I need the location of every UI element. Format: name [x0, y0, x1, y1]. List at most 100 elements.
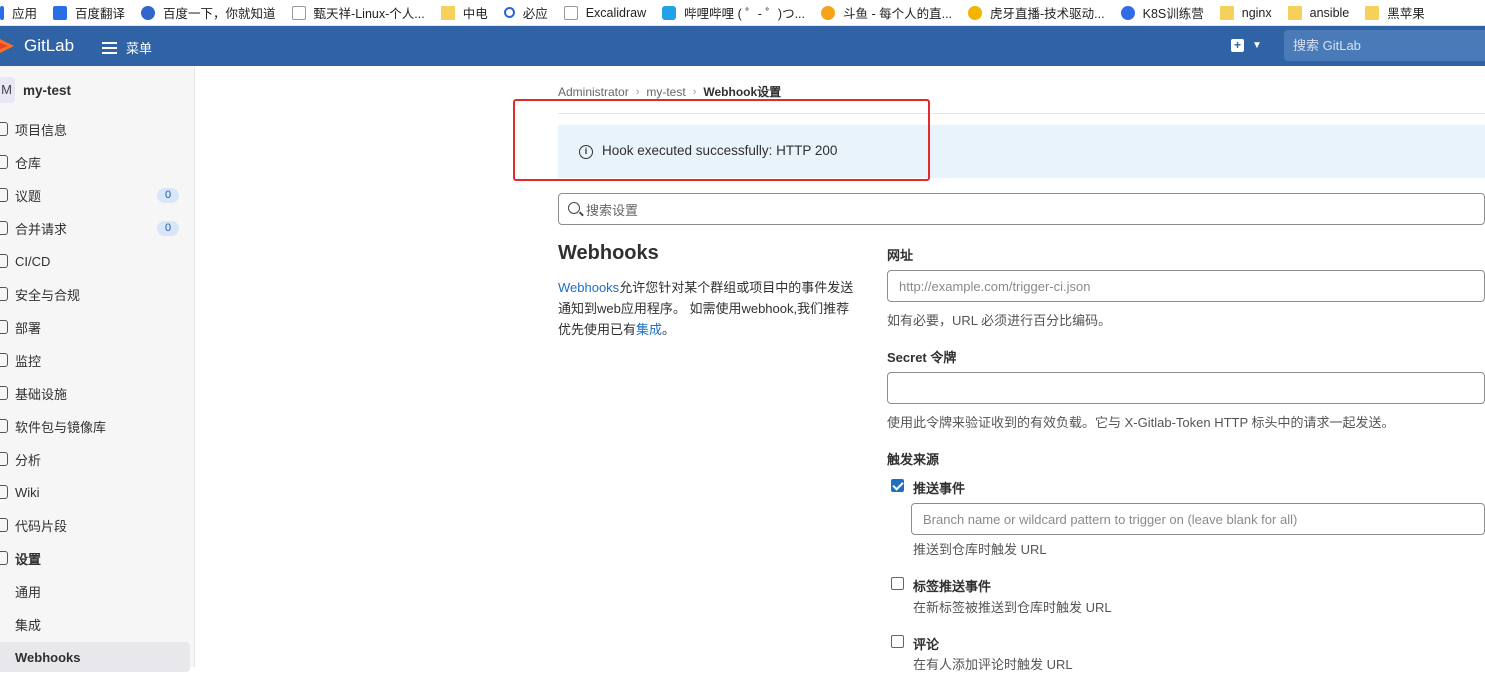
bookmark-k8s[interactable]: K8S训练营 — [1120, 3, 1204, 22]
folder-icon — [1287, 5, 1302, 20]
project-avatar: M — [0, 77, 15, 103]
comments-help: 在有人添加评论时触发 URL — [913, 657, 1073, 672]
info-circle-icon: i — [579, 145, 593, 159]
bookmark-baidu[interactable]: 百度一下，你就知道 — [141, 3, 276, 22]
bookmark-folder-hackintosh[interactable]: 黑苹果 — [1365, 3, 1425, 22]
chevron-down-icon: ▼ — [1252, 40, 1262, 51]
sidebar-item-project-info[interactable]: 项目信息 — [0, 114, 190, 144]
menu-label: 菜单 — [126, 41, 153, 56]
breadcrumb-administrator[interactable]: Administrator — [558, 85, 629, 99]
tag-push-events-help: 在新标签被推送到仓库时触发 URL — [913, 600, 1112, 615]
sidebar-subitem-webhooks[interactable]: Webhooks — [0, 642, 190, 672]
doc-icon — [0, 155, 8, 169]
secret-token-field[interactable] — [887, 372, 1485, 404]
bookmark-folder-ansible[interactable]: ansible — [1287, 5, 1349, 20]
chevron-right-icon: › — [692, 85, 697, 98]
url-label: 网址 — [887, 248, 914, 263]
plus-square-icon: + — [1231, 39, 1244, 52]
sidebar-item-repository[interactable]: 仓库 — [0, 147, 190, 177]
k8s-icon — [1120, 5, 1135, 20]
breadcrumb-project[interactable]: my-test — [646, 85, 685, 99]
top-navbar: GitLab 菜单 + ▼ — [0, 26, 1485, 66]
settings-search — [558, 193, 1485, 225]
sidebar-item-monitor[interactable]: 监控 — [0, 345, 190, 375]
webhooks-description: Webhooks允许您针对某个群组或项目中的事件发送通知到web应用程序。 如需… — [558, 280, 854, 337]
merge-requests-count-badge: 0 — [157, 221, 179, 236]
bookmark-douyu[interactable]: 斗鱼 - 每个人的直... — [820, 3, 952, 22]
sidebar-item-snippets[interactable]: 代码片段 — [0, 510, 190, 540]
comments-checkbox[interactable] — [891, 635, 904, 648]
webhooks-docs-link[interactable]: Webhooks — [558, 280, 619, 295]
project-name: my-test — [23, 82, 72, 98]
sidebar-item-packages[interactable]: 软件包与镜像库 — [0, 411, 190, 441]
url-help: 如有必要，URL 必须进行百分比编码。 — [887, 313, 1112, 328]
trigger-label: 触发来源 — [887, 452, 940, 467]
gitlab-search-input[interactable] — [1284, 30, 1485, 61]
push-events-checkbox[interactable] — [891, 479, 904, 492]
issues-icon — [0, 188, 8, 202]
push-events-label[interactable]: 推送事件 — [913, 478, 965, 497]
secret-token-label: Secret 令牌 — [887, 350, 957, 365]
breadcrumb: Administrator › my-test › Webhook设置 — [558, 83, 781, 100]
branch-filter-input[interactable] — [911, 503, 1485, 535]
chevron-right-icon: › — [635, 85, 640, 98]
bookmark-huya[interactable]: 虎牙直播-技术驱动... — [968, 3, 1105, 22]
gear-icon — [0, 551, 8, 565]
menu-button[interactable]: 菜单 — [102, 38, 152, 57]
douyu-icon — [820, 5, 835, 20]
bookmark-folder-nginx[interactable]: nginx — [1219, 5, 1272, 20]
sidebar-item-deployments[interactable]: 部署 — [0, 312, 190, 342]
sidebar-item-issues[interactable]: 议题 0 — [0, 180, 190, 210]
divider — [558, 113, 1485, 114]
folder-icon — [1219, 5, 1234, 20]
new-item-dropdown[interactable]: + ▼ — [1231, 39, 1262, 52]
bookmark-folder-zhongdian[interactable]: 中电 — [440, 3, 488, 22]
deployments-icon — [0, 320, 8, 334]
cloud-icon — [0, 386, 8, 400]
rocket-icon — [0, 254, 8, 268]
tag-push-events-checkbox[interactable] — [891, 577, 904, 590]
shield-icon — [0, 287, 8, 301]
page-title: Webhooks — [558, 242, 659, 264]
page-icon — [291, 5, 306, 20]
integrations-link[interactable]: 集成 — [636, 322, 662, 337]
bing-search-icon — [503, 7, 515, 18]
comments-label[interactable]: 评论 — [913, 634, 939, 653]
sidebar-item-cicd[interactable]: CI/CD — [0, 246, 190, 276]
url-field[interactable] — [887, 270, 1485, 302]
bookmark-bing[interactable]: 必应 — [503, 3, 548, 22]
alert-message: Hook executed successfully: HTTP 200 — [602, 143, 838, 158]
snippet-icon — [0, 518, 8, 532]
sidebar-item-settings[interactable]: 设置 — [0, 543, 190, 573]
merge-request-icon — [0, 221, 8, 235]
gitlab-logo-icon[interactable] — [0, 35, 14, 57]
page-icon — [563, 5, 578, 20]
bookmark-baidu-translate[interactable]: 百度翻译 — [53, 3, 125, 22]
sidebar-item-infrastructure[interactable]: 基础设施 — [0, 378, 190, 408]
bookmark-excalidraw[interactable]: Excalidraw — [563, 5, 646, 20]
tag-push-events-label[interactable]: 标签推送事件 — [913, 576, 991, 595]
sidebar-subitem-general[interactable]: 通用 — [0, 576, 190, 606]
bilibili-icon — [662, 5, 677, 20]
sidebar-item-security[interactable]: 安全与合规 — [0, 279, 190, 309]
monitor-icon — [0, 353, 8, 367]
bookmark-apps[interactable]: 应用 — [0, 3, 37, 22]
baidu-paw-icon — [141, 5, 156, 20]
sidebar-item-merge-requests[interactable]: 合并请求 0 — [0, 213, 190, 243]
brand-name[interactable]: GitLab — [24, 36, 74, 56]
folder-icon — [440, 5, 455, 20]
hamburger-icon — [102, 41, 117, 54]
bookmarks-bar: 应用 百度翻译 百度一下，你就知道 甄天祥-Linux-个人... 中电 必应 … — [0, 0, 1485, 26]
breadcrumb-current[interactable]: Webhook设置 — [703, 83, 781, 100]
huya-icon — [968, 5, 983, 20]
book-icon — [0, 485, 8, 499]
sidebar-item-wiki[interactable]: Wiki — [0, 477, 190, 507]
sidebar-subitem-integrations[interactable]: 集成 — [0, 609, 190, 639]
project-header[interactable]: M my-test — [0, 77, 71, 103]
sidebar-item-analytics[interactable]: 分析 — [0, 444, 190, 474]
bookmark-bilibili[interactable]: 哔哩哔哩 ( ゜- ゜)つ... — [662, 3, 805, 22]
settings-search-input[interactable] — [586, 200, 1466, 220]
apps-icon — [0, 5, 4, 20]
issues-count-badge: 0 — [157, 188, 179, 203]
bookmark-linux-blog[interactable]: 甄天祥-Linux-个人... — [291, 3, 425, 22]
